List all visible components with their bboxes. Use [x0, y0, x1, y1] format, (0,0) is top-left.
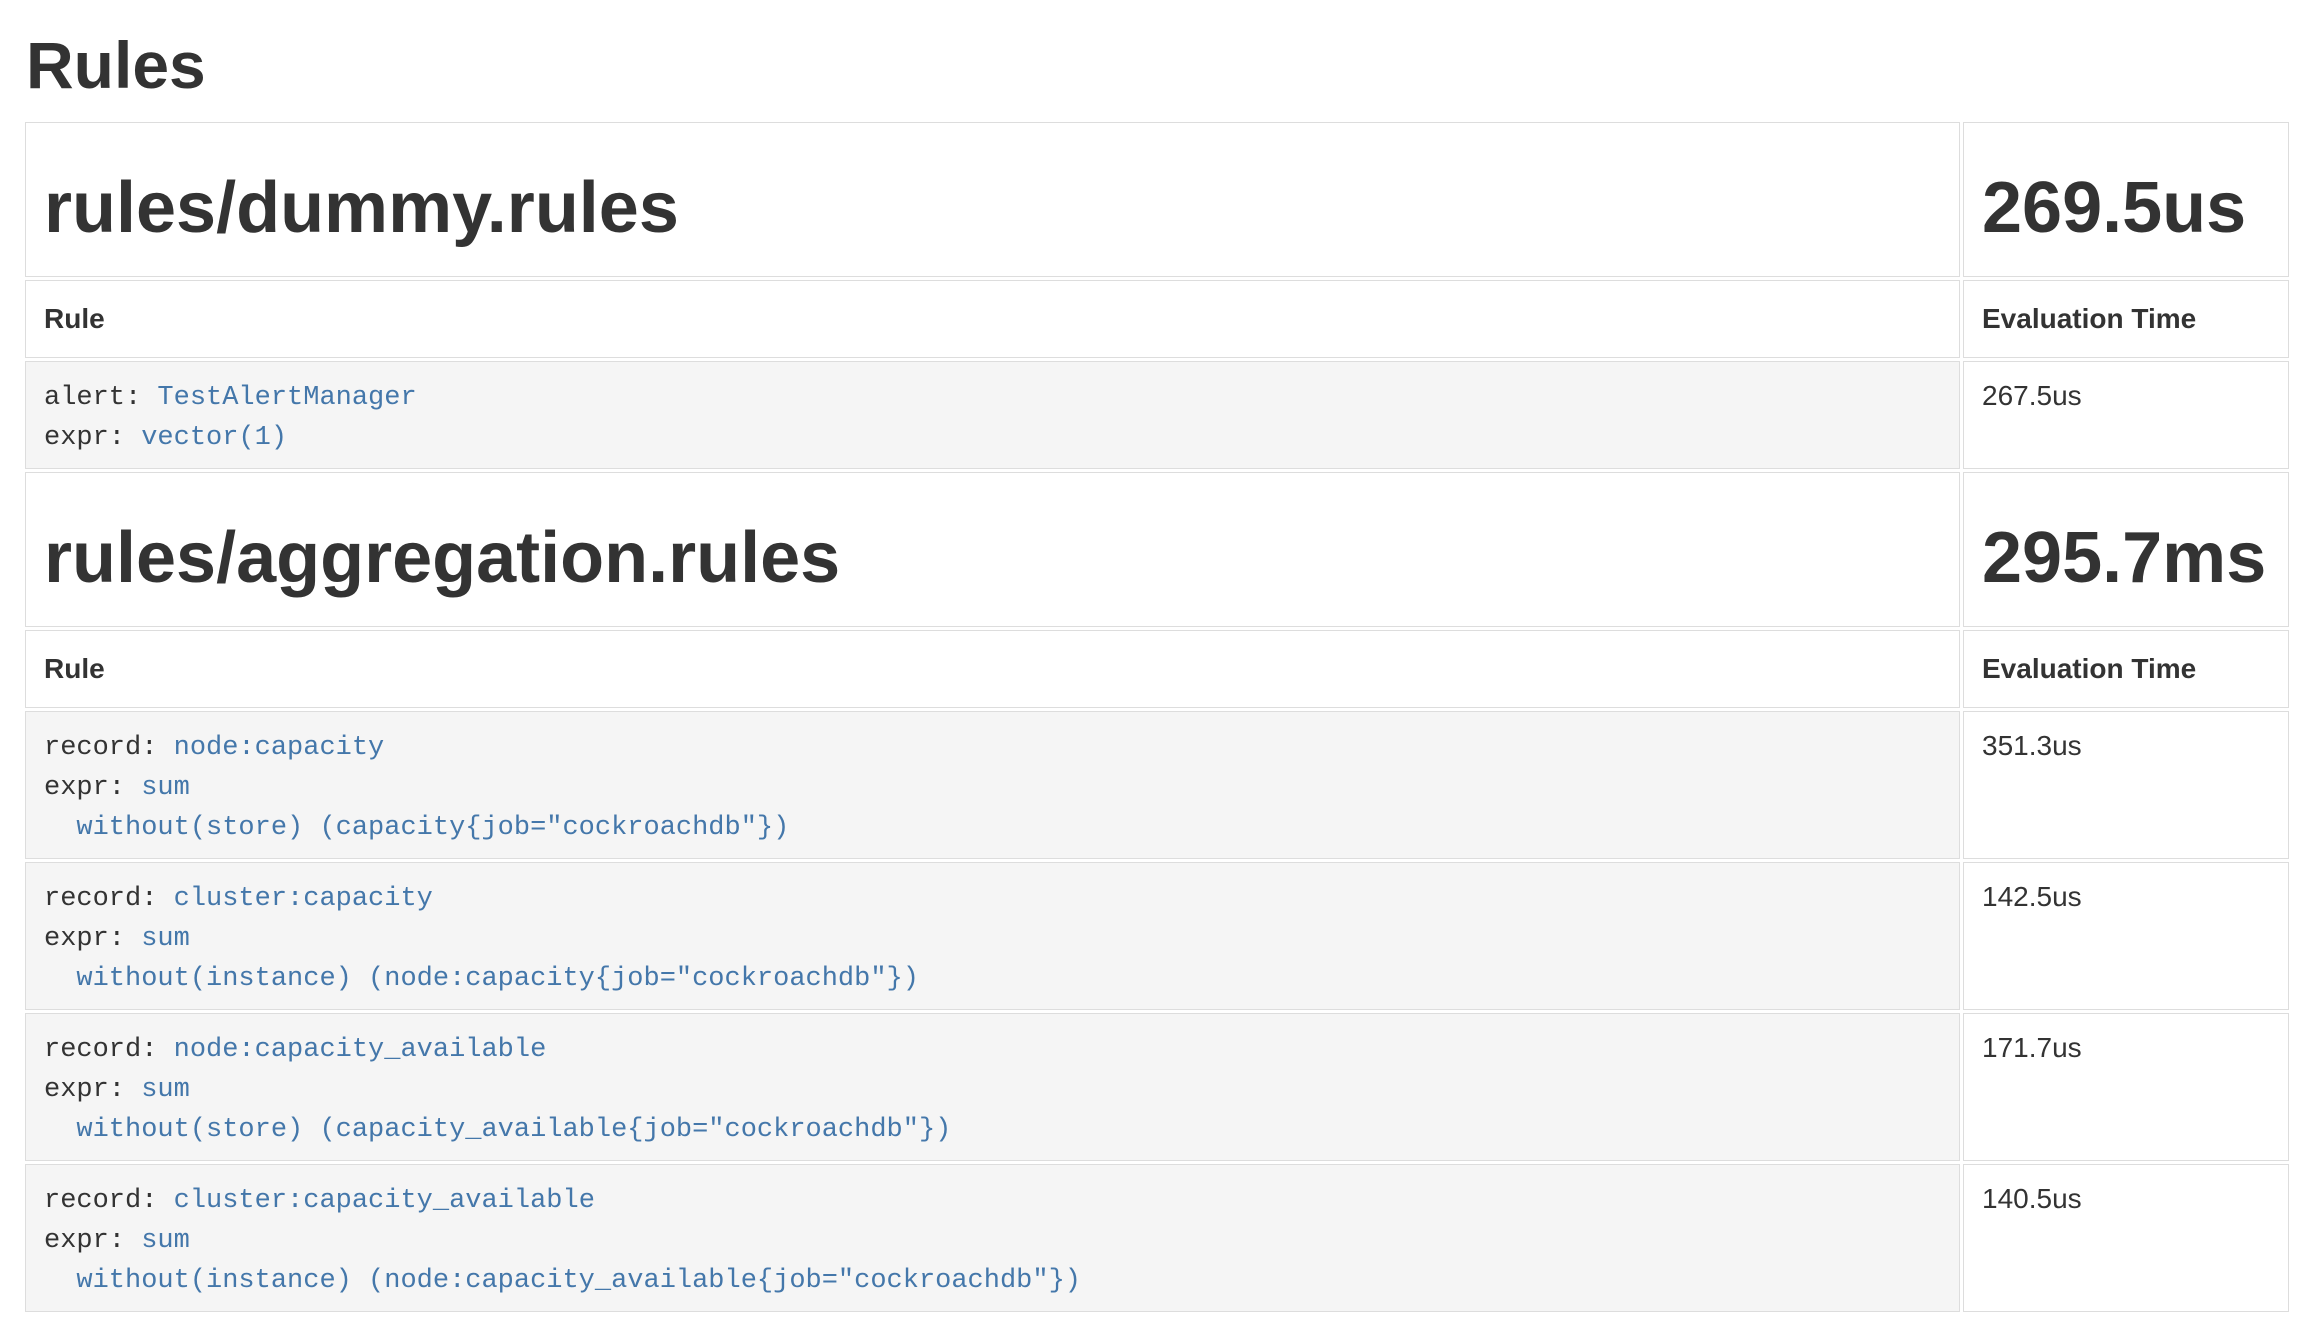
rule-evaluation-time: 140.5us	[1963, 1164, 2289, 1312]
rule-kind-label: record:	[44, 1186, 157, 1216]
rule-name-link[interactable]: cluster:capacity	[174, 884, 433, 914]
rule-definition-code: record: node:capacity expr: sum without(…	[44, 728, 1941, 848]
rule-row: alert: TestAlertManager expr: vector(1) …	[25, 361, 2289, 469]
rule-evaluation-time: 267.5us	[1963, 361, 2289, 469]
rule-row: record: node:capacity_available expr: su…	[25, 1013, 2289, 1161]
rule-group-name: rules/dummy.rules	[44, 167, 1941, 250]
rule-group-header-row: rules/aggregation.rules 295.7ms	[25, 472, 2289, 627]
rule-name-link[interactable]: node:capacity_available	[174, 1035, 547, 1065]
rule-kind-label: record:	[44, 884, 157, 914]
rule-expr-link[interactable]: sum without(instance) (node:capacity{job…	[44, 924, 919, 994]
rule-expr-link[interactable]: vector(1)	[141, 423, 287, 453]
rule-definition-cell: record: node:capacity expr: sum without(…	[25, 711, 1960, 859]
rule-group-evaluation-time-cell: 295.7ms	[1963, 472, 2289, 627]
rule-group-evaluation-time-cell: 269.5us	[1963, 122, 2289, 277]
rule-definition-code: alert: TestAlertManager expr: vector(1)	[44, 378, 1941, 458]
rule-group-name: rules/aggregation.rules	[44, 517, 1941, 600]
rule-definition-cell: record: cluster:capacity_available expr:…	[25, 1164, 1960, 1312]
rule-expr-link[interactable]: sum without(instance) (node:capacity_ava…	[44, 1226, 1081, 1296]
rule-kind-label: alert:	[44, 383, 141, 413]
page-title: Rules	[26, 26, 2292, 105]
rule-definition-code: record: cluster:capacity_available expr:…	[44, 1181, 1941, 1301]
evaluation-time-column-header: Evaluation Time	[1963, 280, 2289, 358]
rule-name-link[interactable]: node:capacity	[174, 733, 385, 763]
rule-column-header: Rule	[25, 630, 1960, 708]
rule-definition-cell: record: node:capacity_available expr: su…	[25, 1013, 1960, 1161]
rule-definition-code: record: node:capacity_available expr: su…	[44, 1030, 1941, 1150]
rule-definition-cell: alert: TestAlertManager expr: vector(1)	[25, 361, 1960, 469]
rule-expr-link[interactable]: sum without(store) (capacity_available{j…	[44, 1075, 951, 1145]
rules-page: Rules rules/dummy.rules 269.5us Rule Eva…	[0, 0, 2316, 1315]
rule-definition-code: record: cluster:capacity expr: sum witho…	[44, 879, 1941, 999]
expr-label: expr:	[44, 924, 125, 954]
rule-group-header-row: rules/dummy.rules 269.5us	[25, 122, 2289, 277]
column-header-row: Rule Evaluation Time	[25, 630, 2289, 708]
rule-evaluation-time: 171.7us	[1963, 1013, 2289, 1161]
rule-row: record: cluster:capacity_available expr:…	[25, 1164, 2289, 1312]
rule-group-evaluation-time: 295.7ms	[1982, 517, 2270, 600]
expr-label: expr:	[44, 773, 125, 803]
rule-definition-cell: record: cluster:capacity expr: sum witho…	[25, 862, 1960, 1010]
expr-label: expr:	[44, 423, 125, 453]
rule-kind-label: record:	[44, 733, 157, 763]
rule-name-link[interactable]: TestAlertManager	[157, 383, 416, 413]
rule-group-name-cell: rules/aggregation.rules	[25, 472, 1960, 627]
rule-evaluation-time: 142.5us	[1963, 862, 2289, 1010]
rule-row: record: node:capacity expr: sum without(…	[25, 711, 2289, 859]
column-header-row: Rule Evaluation Time	[25, 280, 2289, 358]
rule-name-link[interactable]: cluster:capacity_available	[174, 1186, 595, 1216]
evaluation-time-column-header: Evaluation Time	[1963, 630, 2289, 708]
expr-label: expr:	[44, 1075, 125, 1105]
rule-kind-label: record:	[44, 1035, 157, 1065]
rule-group-name-cell: rules/dummy.rules	[25, 122, 1960, 277]
rule-column-header: Rule	[25, 280, 1960, 358]
rules-table: rules/dummy.rules 269.5us Rule Evaluatio…	[22, 119, 2292, 1315]
rule-group-evaluation-time: 269.5us	[1982, 167, 2270, 250]
rule-expr-link[interactable]: sum without(store) (capacity{job="cockro…	[44, 773, 789, 843]
rule-evaluation-time: 351.3us	[1963, 711, 2289, 859]
rule-row: record: cluster:capacity expr: sum witho…	[25, 862, 2289, 1010]
expr-label: expr:	[44, 1226, 125, 1256]
